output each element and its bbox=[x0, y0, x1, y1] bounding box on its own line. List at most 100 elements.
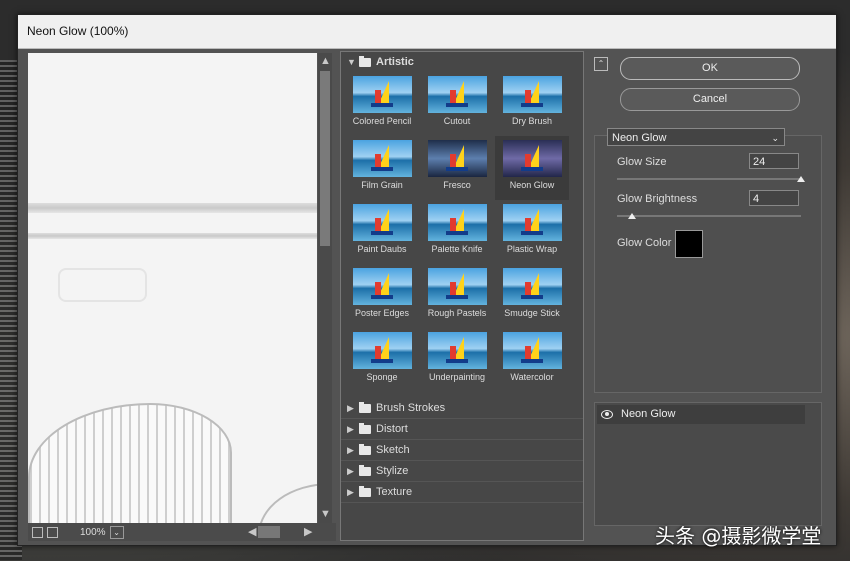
category-item[interactable]: ▶ Brush Strokes bbox=[341, 398, 583, 419]
chevron-right-icon: ▶ bbox=[347, 465, 354, 476]
filter-select[interactable]: Neon Glow ⌄ bbox=[607, 128, 785, 146]
zoom-out-icon[interactable] bbox=[32, 526, 43, 538]
filter-thumbnails: Colored Pencil Cutout Dry Brush Film Grain F… bbox=[341, 72, 583, 398]
glow-color-swatch[interactable] bbox=[675, 230, 703, 258]
preview-vertical-scrollbar[interactable]: ▲ ▼ bbox=[318, 53, 332, 523]
preview-arc bbox=[258, 483, 317, 523]
category-label: Texture bbox=[376, 486, 413, 498]
filter-preview-image bbox=[502, 332, 562, 369]
chevron-down-icon: ▼ bbox=[347, 57, 356, 67]
filter-thumbnail[interactable]: Rough Pastels bbox=[420, 264, 494, 328]
filter-thumbnail[interactable]: Plastic Wrap bbox=[495, 200, 569, 264]
chevron-down-icon: ⌄ bbox=[771, 133, 779, 143]
folder-icon bbox=[359, 443, 371, 455]
category-item[interactable]: ▶ Sketch bbox=[341, 440, 583, 461]
eye-icon[interactable] bbox=[601, 410, 613, 419]
category-label: Brush Strokes bbox=[376, 402, 446, 414]
filter-thumbnail[interactable]: Neon Glow bbox=[495, 136, 569, 200]
window-title: Neon Glow (100%) bbox=[18, 15, 836, 49]
filter-gallery-dialog: Neon Glow (100%) ▲ ▼ 100% ⌄ ◀ ▶ ▼ Artist… bbox=[17, 14, 837, 546]
glow-color-label: Glow Color bbox=[617, 237, 672, 249]
filter-select-value: Neon Glow bbox=[612, 132, 667, 144]
preview-band bbox=[28, 233, 317, 239]
watermark: 头条 @摄影微学堂 bbox=[655, 524, 822, 548]
zoom-in-icon[interactable] bbox=[47, 526, 58, 538]
filter-thumbnail[interactable]: Film Grain bbox=[345, 136, 419, 200]
filter-label: Underpainting bbox=[428, 372, 486, 382]
filter-preview-image bbox=[502, 76, 562, 113]
scroll-left-icon[interactable]: ◀ bbox=[248, 525, 256, 538]
filter-thumbnail[interactable]: Dry Brush bbox=[495, 72, 569, 136]
filter-label: Rough Pastels bbox=[427, 308, 487, 318]
category-artistic[interactable]: ▼ Artistic bbox=[341, 52, 583, 72]
filter-preview-image bbox=[502, 140, 562, 177]
ok-button[interactable]: OK bbox=[620, 57, 800, 80]
filter-preview-image bbox=[502, 268, 562, 305]
preview-band bbox=[28, 203, 317, 213]
preview-canvas[interactable] bbox=[28, 53, 317, 523]
filter-label: Paint Daubs bbox=[357, 244, 407, 254]
chevron-down-icon[interactable]: ⌄ bbox=[109, 525, 124, 539]
scroll-up-icon[interactable]: ▲ bbox=[320, 55, 331, 67]
glow-brightness-input[interactable]: 4 bbox=[749, 190, 799, 206]
glow-size-slider[interactable] bbox=[617, 176, 805, 182]
filter-label: Smudge Stick bbox=[504, 308, 560, 318]
category-label: Sketch bbox=[376, 444, 410, 456]
filter-label: Dry Brush bbox=[511, 116, 552, 126]
filter-label: Fresco bbox=[443, 180, 471, 190]
category-item[interactable]: ▶ Texture bbox=[341, 482, 583, 503]
filter-preview-image bbox=[502, 204, 562, 241]
filter-preview-image bbox=[427, 140, 487, 177]
filter-settings-panel: Neon Glow ⌄ Glow Size 24 Glow Brightness… bbox=[594, 128, 822, 393]
preview-shape bbox=[58, 268, 147, 302]
chevron-right-icon: ▶ bbox=[347, 444, 354, 455]
scrollbar-thumb[interactable] bbox=[320, 71, 330, 246]
category-item[interactable]: ▶ Distort bbox=[341, 419, 583, 440]
glow-size-label: Glow Size bbox=[617, 156, 667, 168]
glow-brightness-slider[interactable] bbox=[617, 213, 801, 219]
filter-label: Colored Pencil bbox=[352, 116, 412, 126]
filter-thumbnail[interactable]: Smudge Stick bbox=[495, 264, 569, 328]
scroll-right-icon[interactable]: ▶ bbox=[304, 525, 312, 538]
collapsed-categories: ▶ Brush Strokes ▶ Distort ▶ Sketch ▶ Stylize ▶ Te… bbox=[341, 398, 583, 503]
cancel-button[interactable]: Cancel bbox=[620, 88, 800, 111]
filter-thumbnail[interactable]: Paint Daubs bbox=[345, 200, 419, 264]
effect-layers-panel: Neon Glow bbox=[594, 402, 822, 526]
scrollbar-thumb[interactable] bbox=[258, 526, 280, 538]
glow-size-input[interactable]: 24 bbox=[749, 153, 799, 169]
effect-layer-item[interactable]: Neon Glow bbox=[597, 405, 805, 424]
slider-knob[interactable] bbox=[797, 176, 805, 182]
filter-label: Palette Knife bbox=[431, 244, 483, 254]
filter-thumbnail[interactable]: Palette Knife bbox=[420, 200, 494, 264]
category-label: Distort bbox=[376, 423, 408, 435]
zoom-level: 100% bbox=[80, 526, 106, 538]
filter-preview-image bbox=[352, 268, 412, 305]
preview-horizontal-scrollbar[interactable]: ◀ ▶ bbox=[248, 525, 320, 539]
chevron-right-icon: ▶ bbox=[347, 423, 354, 434]
filter-preview-image bbox=[427, 204, 487, 241]
folder-icon bbox=[359, 55, 371, 67]
folder-icon bbox=[359, 422, 371, 434]
filter-thumbnail[interactable]: Fresco bbox=[420, 136, 494, 200]
glow-brightness-label: Glow Brightness bbox=[617, 193, 698, 205]
filter-preview-image bbox=[352, 204, 412, 241]
filter-thumbnail[interactable]: Watercolor bbox=[495, 328, 569, 392]
filter-thumbnail[interactable]: Cutout bbox=[420, 72, 494, 136]
slider-knob[interactable] bbox=[627, 213, 636, 219]
filter-preview-image bbox=[352, 76, 412, 113]
filter-label: Cutout bbox=[443, 116, 471, 126]
collapse-gallery-icon[interactable]: ⌃ bbox=[594, 57, 608, 71]
folder-icon bbox=[359, 464, 371, 476]
filter-label: Poster Edges bbox=[354, 308, 410, 318]
filter-thumbnail[interactable]: Sponge bbox=[345, 328, 419, 392]
filter-preview-image bbox=[427, 332, 487, 369]
filter-thumbnail[interactable]: Poster Edges bbox=[345, 264, 419, 328]
category-item[interactable]: ▶ Stylize bbox=[341, 461, 583, 482]
filter-gallery-list: ▼ Artistic Colored Pencil Cutout Dry Brush… bbox=[340, 51, 584, 541]
filter-thumbnail[interactable]: Colored Pencil bbox=[345, 72, 419, 136]
filter-thumbnail[interactable]: Underpainting bbox=[420, 328, 494, 392]
scroll-down-icon[interactable]: ▼ bbox=[320, 508, 331, 520]
chevron-right-icon: ▶ bbox=[347, 402, 354, 413]
preview-grille bbox=[28, 403, 232, 523]
filter-label: Sponge bbox=[366, 372, 398, 382]
